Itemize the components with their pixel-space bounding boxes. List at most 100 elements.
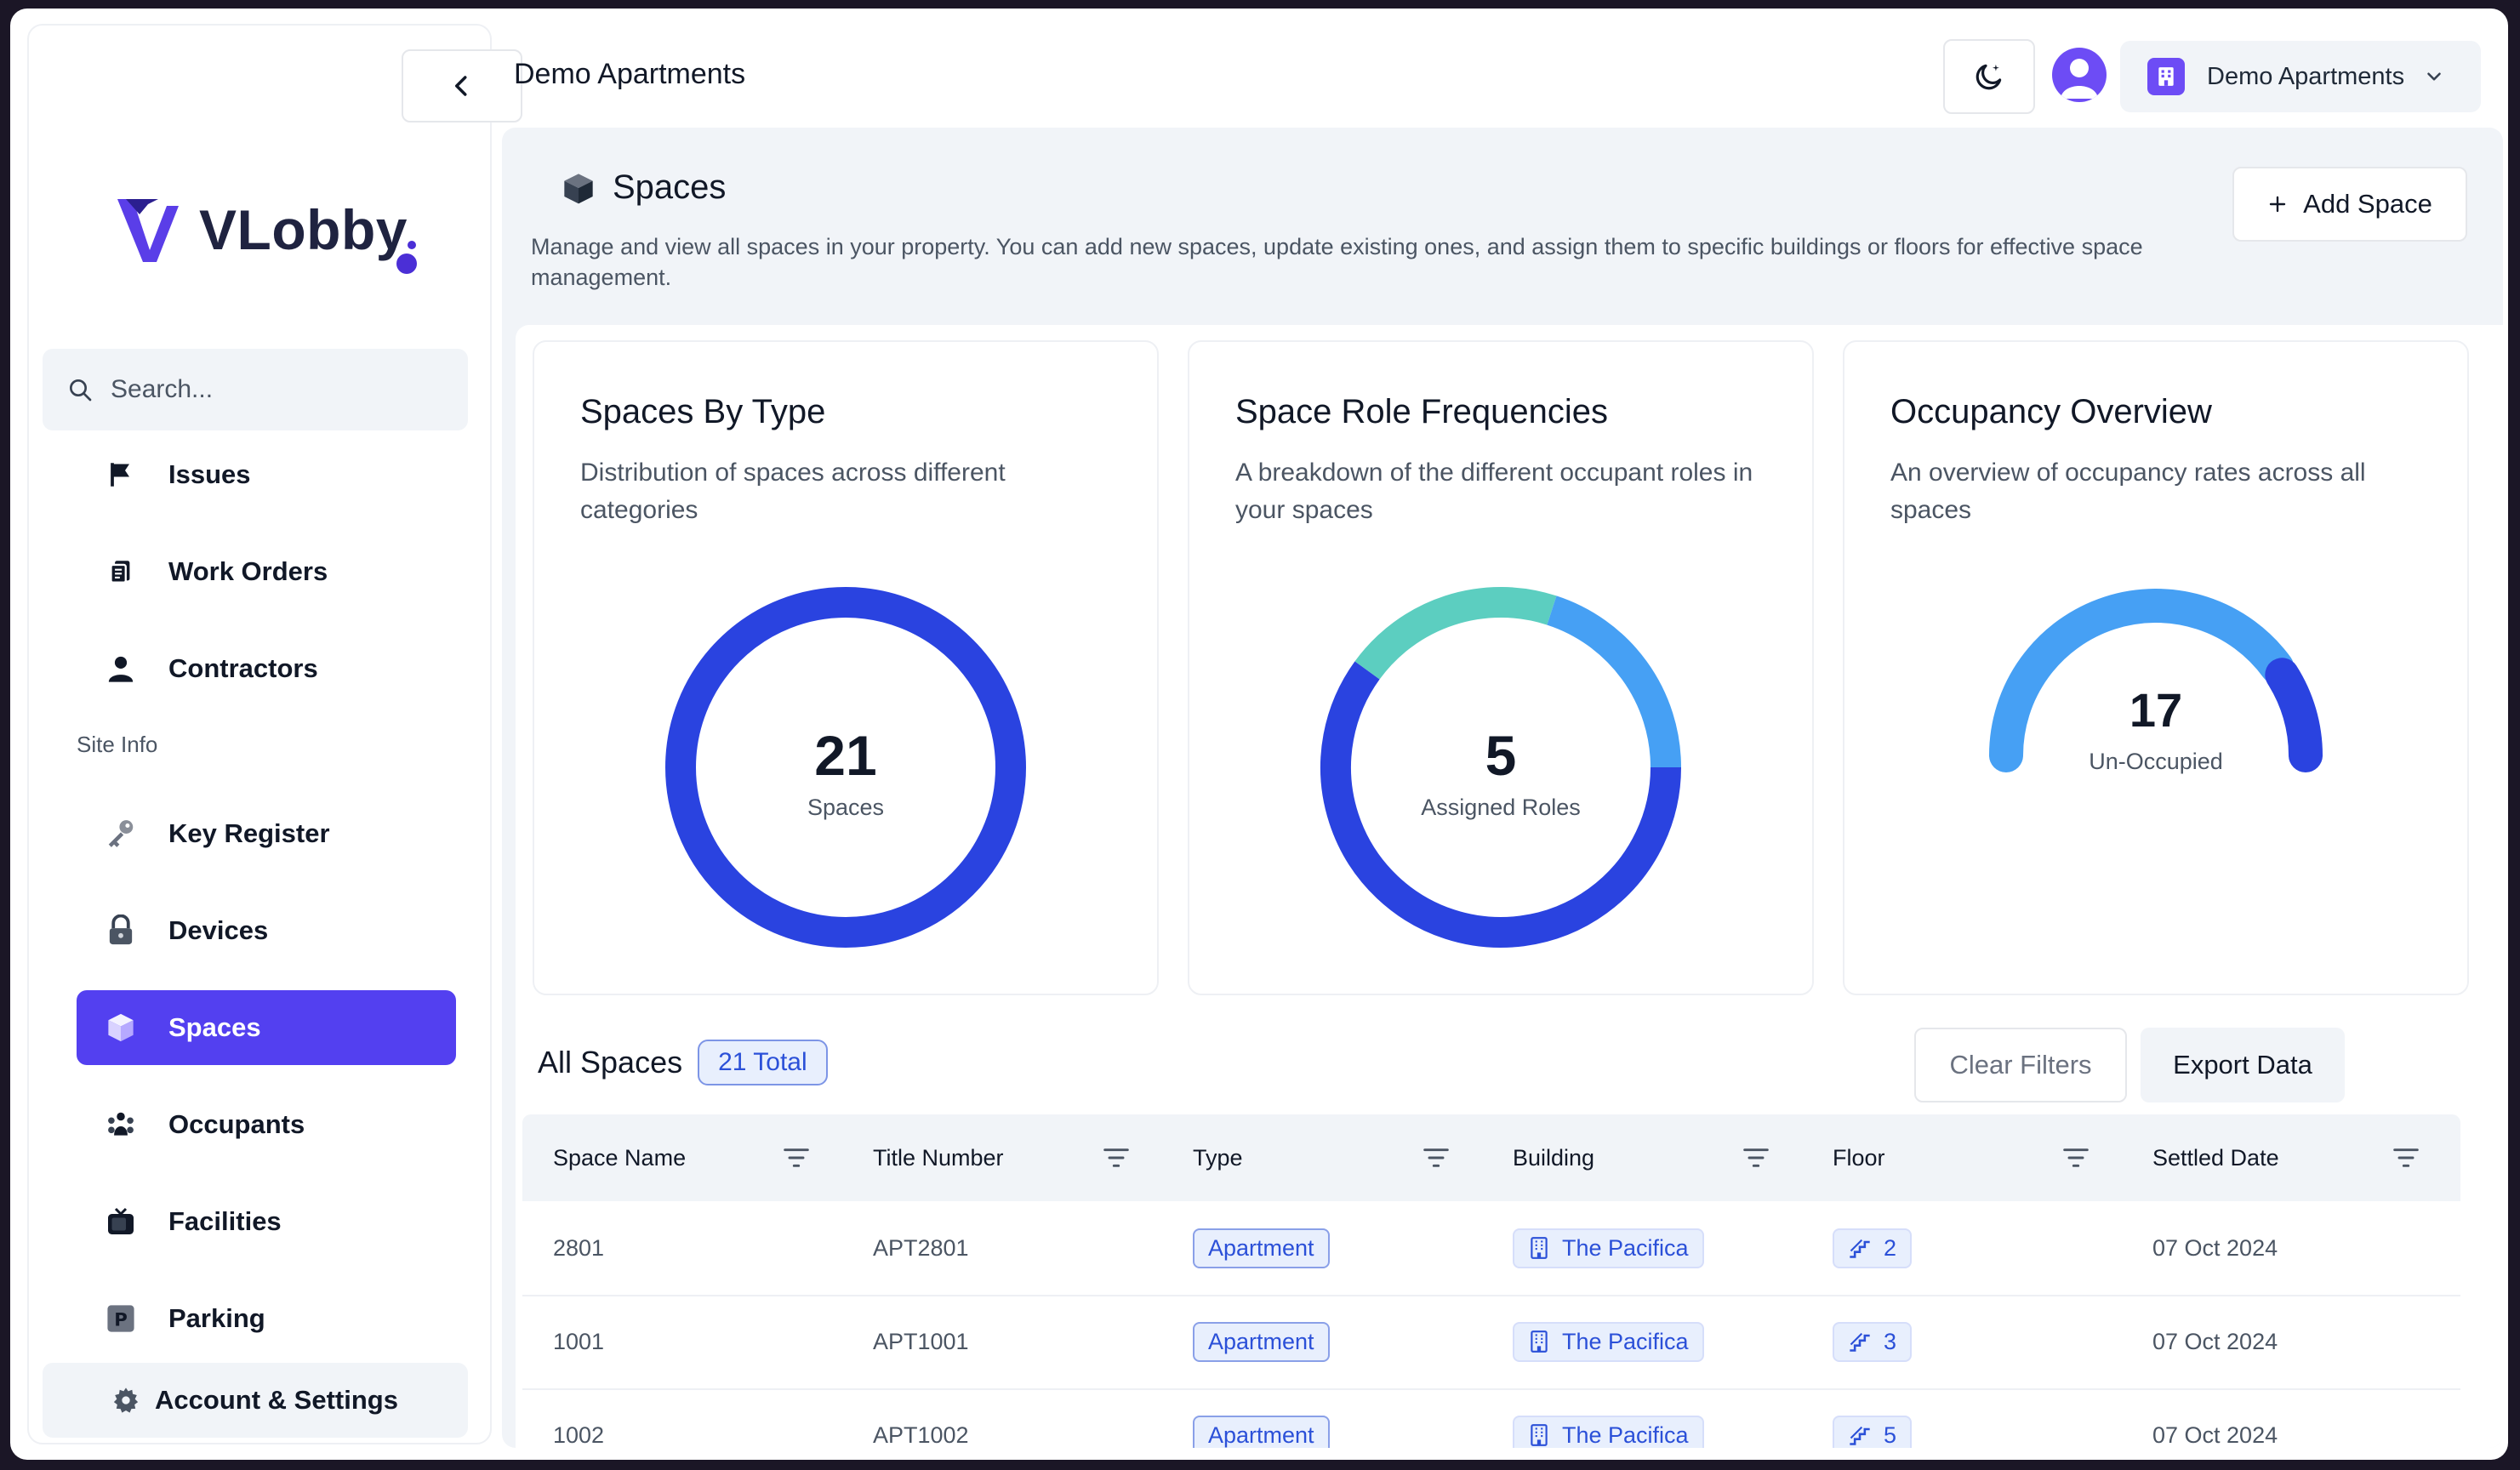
sidebar-item-occupants[interactable]: Occupants: [77, 1087, 456, 1162]
sidebar-item-label: Contractors: [168, 653, 318, 683]
sidebar: VLobby Search... Issues Work Orders Cont…: [27, 24, 522, 1444]
table-row[interactable]: 1002 APT1002 Apartment The Pacifica 5 07…: [522, 1388, 2460, 1448]
property-selector[interactable]: Demo Apartments: [2120, 41, 2481, 112]
logo-mark-icon: [117, 199, 179, 262]
gear-icon: [113, 1387, 139, 1413]
stairs-icon: [1850, 1239, 1870, 1258]
cube-icon: [564, 173, 593, 203]
filter-icon[interactable]: [2392, 1145, 2420, 1171]
building-icon: [1531, 1237, 1548, 1259]
cell-space-name: 1001: [553, 1328, 605, 1354]
cell-title-number: APT1002: [873, 1422, 969, 1448]
cell-settled-date: 07 Oct 2024: [2152, 1234, 2278, 1261]
column-header-space-name[interactable]: Space Name: [553, 1114, 686, 1201]
card-title: Spaces By Type: [580, 393, 826, 430]
filter-icon[interactable]: [2062, 1145, 2090, 1171]
spaces-table: Space Name Title Number Type Building Fl…: [522, 1114, 2460, 1448]
column-header-building[interactable]: Building: [1513, 1114, 1594, 1201]
sidebar-item-work-orders[interactable]: Work Orders: [77, 534, 456, 609]
cell-floor: 3: [1833, 1295, 1913, 1388]
table-row[interactable]: 2801 APT2801 Apartment The Pacifica 2 07…: [522, 1201, 2460, 1296]
tv-icon: [104, 1205, 138, 1239]
clear-filters-button[interactable]: Clear Filters: [1914, 1028, 2127, 1102]
filter-icon[interactable]: [1103, 1145, 1130, 1171]
column-header-label: Settled Date: [2152, 1144, 2279, 1171]
parking-icon: P: [104, 1302, 138, 1336]
card-value: 17: [2129, 683, 2183, 737]
cell-title-number: APT1001: [873, 1328, 969, 1354]
building-name: The Pacifica: [1562, 1328, 1689, 1354]
table-row[interactable]: 1001 APT1001 Apartment The Pacifica 3 07…: [522, 1295, 2460, 1390]
sidebar-item-spaces[interactable]: Spaces: [77, 990, 456, 1065]
sidebar-item-devices[interactable]: Devices: [77, 893, 456, 968]
dashboard-panel: Spaces By Type Distribution of spaces ac…: [516, 325, 2503, 1448]
logo-dot-icon: [396, 241, 417, 274]
header-title: Demo Apartments: [514, 58, 746, 90]
card-caption: Assigned Roles: [1421, 795, 1581, 820]
cell-type: Apartment: [1193, 1388, 1330, 1448]
sidebar-item-label: Spaces: [168, 1012, 261, 1042]
column-header-label: Title Number: [873, 1144, 1004, 1171]
sidebar-item-key-register[interactable]: Key Register: [77, 796, 456, 871]
sidebar-item-contractors[interactable]: Contractors: [77, 631, 456, 706]
add-space-button[interactable]: Add Space: [2232, 167, 2467, 242]
avatar[interactable]: [2052, 48, 2107, 102]
card-title: Space Role Frequencies: [1235, 393, 1609, 430]
card-value: 21: [814, 724, 877, 787]
sidebar-item-label: Parking: [168, 1303, 265, 1333]
cell-space-name: 2801: [553, 1234, 605, 1261]
table-header: Space Name Title Number Type Building Fl…: [522, 1114, 2460, 1201]
building-icon: [1531, 1330, 1548, 1353]
moon-icon: [1976, 64, 2002, 90]
column-header-settled-date[interactable]: Settled Date: [2152, 1114, 2279, 1201]
collapse-sidebar-button[interactable]: [402, 49, 522, 122]
section-label-site-info: Site Info: [77, 732, 158, 757]
sidebar-search-input[interactable]: Search...: [43, 349, 468, 430]
page-title: Spaces: [562, 168, 726, 207]
account-settings-button[interactable]: Account & Settings: [43, 1363, 468, 1438]
building-name: The Pacifica: [1562, 1422, 1689, 1448]
card-value: 5: [1485, 724, 1517, 787]
cell-floor: 5: [1833, 1388, 1913, 1448]
building-name: The Pacifica: [1562, 1234, 1689, 1261]
column-header-title-number[interactable]: Title Number: [873, 1114, 1004, 1201]
chevron-down-icon: [2427, 72, 2441, 81]
sidebar-item-issues[interactable]: Issues: [77, 437, 456, 512]
cell-floor: 2: [1833, 1201, 1913, 1295]
account-settings-label: Account & Settings: [155, 1385, 398, 1415]
cell-type: Apartment: [1193, 1295, 1330, 1388]
column-header-type[interactable]: Type: [1193, 1114, 1243, 1201]
building-icon: [1531, 1424, 1548, 1446]
filter-icon[interactable]: [1422, 1145, 1450, 1171]
type-badge: Apartment: [1193, 1415, 1330, 1448]
search-placeholder: Search...: [111, 375, 214, 403]
theme-toggle-button[interactable]: [1943, 39, 2035, 114]
type-badge: Apartment: [1193, 1321, 1330, 1362]
cell-settled-date: 07 Oct 2024: [2152, 1328, 2278, 1354]
logo-text: VLobby: [199, 198, 408, 261]
building-icon: [2147, 58, 2185, 95]
filter-icon[interactable]: [1742, 1145, 1770, 1171]
sidebar-item-label: Occupants: [168, 1109, 305, 1139]
main-content: Spaces Manage and view all spaces in you…: [502, 128, 2503, 1448]
column-header-label: Type: [1193, 1144, 1243, 1171]
cell-building: The Pacifica: [1513, 1201, 1704, 1295]
column-header-floor[interactable]: Floor: [1833, 1114, 1885, 1201]
sidebar-item-parking[interactable]: P Parking: [77, 1281, 456, 1356]
filter-icon[interactable]: [783, 1145, 810, 1171]
clipboard-icon: [104, 555, 138, 589]
cell-building: The Pacifica: [1513, 1388, 1704, 1448]
building-badge: The Pacifica: [1513, 1321, 1704, 1362]
stairs-icon: [1850, 1332, 1870, 1352]
vlobby-logo: VLobby: [114, 196, 437, 315]
cell-space-name: 1002: [553, 1422, 605, 1448]
flag-icon: [104, 458, 138, 492]
card-description: Distribution of spaces across different …: [580, 459, 1006, 524]
cell-building: The Pacifica: [1513, 1295, 1704, 1388]
export-data-button[interactable]: Export Data: [2141, 1028, 2345, 1102]
type-badge: Apartment: [1193, 1228, 1330, 1268]
building-badge: The Pacifica: [1513, 1228, 1704, 1268]
page-description: Manage and view all spaces in your prope…: [531, 234, 2143, 290]
user-avatar-icon: [2061, 59, 2098, 99]
sidebar-item-facilities[interactable]: Facilities: [77, 1184, 456, 1259]
